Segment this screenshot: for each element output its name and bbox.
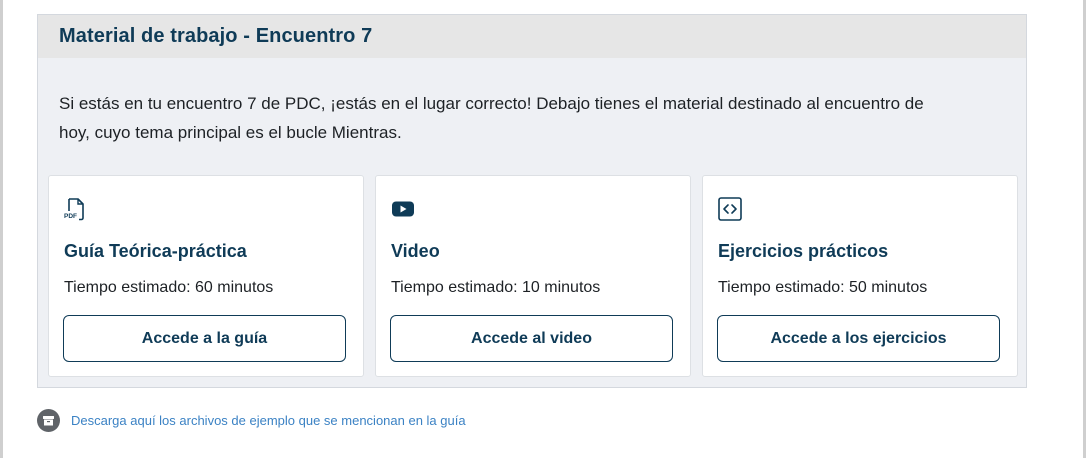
intro-text: Si estás en tu encuentro 7 de PDC, ¡está… (59, 94, 924, 142)
card-video: Video Tiempo estimado: 10 minutos Accede… (375, 175, 691, 377)
card-exercises: Ejercicios prácticos Tiempo estimado: 50… (702, 175, 1018, 377)
work-material-panel: Material de trabajo - Encuentro 7 Si est… (37, 14, 1027, 388)
card-title: Ejercicios prácticos (718, 241, 889, 261)
pdf-file-icon: PDF (64, 197, 88, 221)
card-time: Tiempo estimado: 10 minutos (391, 279, 601, 296)
access-guide-button[interactable]: Accede a la guía (63, 315, 346, 362)
panel-header: Material de trabajo - Encuentro 7 (38, 15, 1026, 58)
download-row: Descarga aquí los archivos de ejemplo qu… (37, 409, 466, 432)
svg-text:PDF: PDF (64, 213, 77, 220)
page-border-left (0, 0, 3, 458)
download-examples-link[interactable]: Descarga aquí los archivos de ejemplo qu… (71, 413, 466, 428)
code-icon (718, 197, 742, 221)
card-title: Video (391, 241, 440, 261)
access-exercises-button[interactable]: Accede a los ejercicios (717, 315, 1000, 362)
video-play-icon (391, 197, 415, 221)
panel-title: Material de trabajo - Encuentro 7 (59, 25, 373, 47)
card-title: Guía Teórica-práctica (64, 241, 247, 261)
card-time: Tiempo estimado: 60 minutos (64, 279, 274, 296)
card-time: Tiempo estimado: 50 minutos (718, 279, 928, 296)
card-guide: PDF Guía Teórica-práctica Tiempo estimad… (48, 175, 364, 377)
archive-icon (37, 409, 60, 432)
access-video-button[interactable]: Accede al video (390, 315, 673, 362)
resource-cards: PDF Guía Teórica-práctica Tiempo estimad… (48, 175, 1018, 377)
